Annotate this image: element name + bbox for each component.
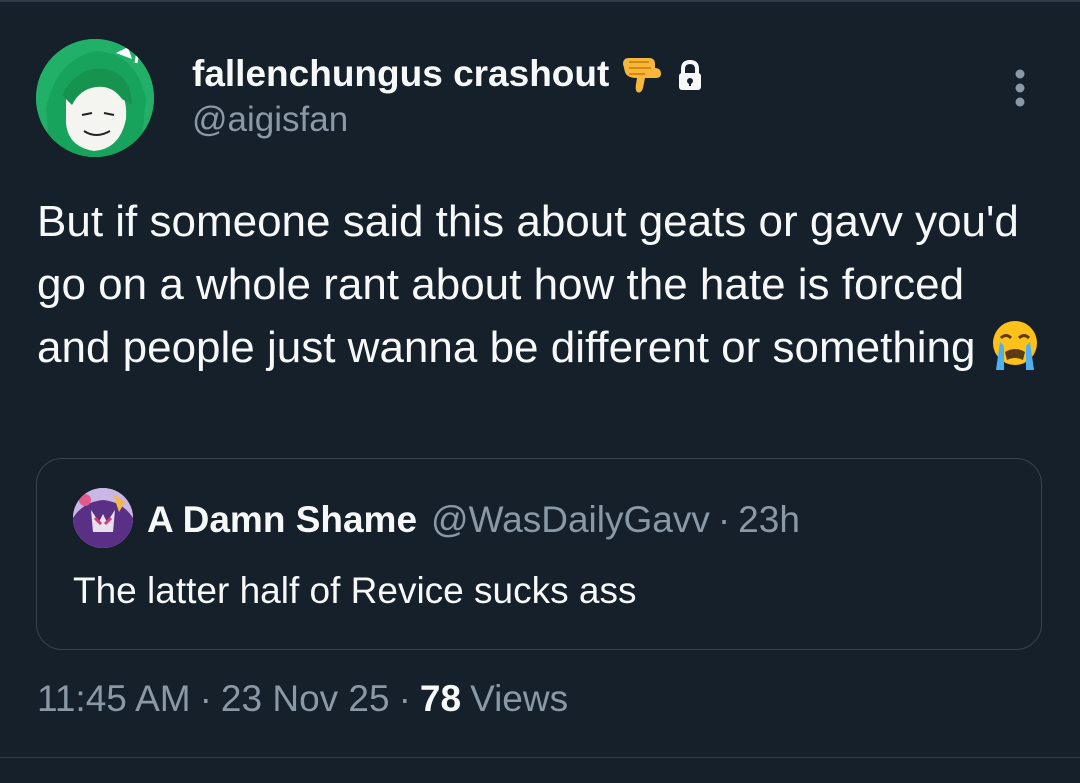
tweet-text: But if someone said this about geats or …	[37, 197, 1019, 372]
author-display-name[interactable]: fallenchungus crashout	[192, 52, 609, 96]
author-avatar[interactable]	[36, 39, 154, 157]
loudly-crying-face-emoji-icon	[988, 318, 1042, 372]
quoted-author-name[interactable]: A Damn Shame	[147, 497, 417, 543]
author-header: fallenchungus crashout @aigisfan	[192, 52, 703, 142]
quoted-author-handle[interactable]: @WasDailyGavv	[431, 497, 710, 543]
pointing-down-hand-emoji-icon	[619, 54, 663, 94]
bottom-divider	[0, 757, 1080, 758]
green-haired-anime-avatar-icon	[36, 39, 154, 157]
more-vertical-icon	[1015, 69, 1025, 107]
kamen-rider-avatar-icon	[73, 488, 133, 548]
views-count[interactable]: 78	[420, 676, 461, 722]
tweet-date[interactable]: 23 Nov 25	[221, 676, 390, 722]
quoted-tweet-header: A Damn Shame @WasDailyGavv · 23h	[147, 497, 800, 543]
quoted-tweet-text: The latter half of Revice sucks ass	[73, 570, 637, 611]
quoted-separator: ·	[717, 499, 731, 540]
quoted-tweet-card[interactable]: A Damn Shame @WasDailyGavv · 23h The lat…	[36, 458, 1042, 650]
tweet-body: But if someone said this about geats or …	[37, 190, 1047, 379]
lock-icon	[677, 58, 703, 90]
views-label[interactable]: Views	[470, 676, 568, 722]
author-name-row: fallenchungus crashout	[192, 52, 703, 96]
more-options-button[interactable]	[1006, 68, 1034, 110]
author-handle[interactable]: @aigisfan	[192, 98, 703, 142]
tweet-meta: 11:45 AM · 23 Nov 25 · 78 Views	[37, 676, 568, 722]
meta-separator: ·	[398, 678, 411, 719]
quoted-timestamp[interactable]: 23h	[738, 497, 800, 543]
quoted-author-avatar[interactable]	[73, 488, 133, 548]
tweet-time[interactable]: 11:45 AM	[37, 676, 191, 722]
top-divider	[0, 0, 1080, 2]
meta-separator: ·	[199, 678, 212, 719]
